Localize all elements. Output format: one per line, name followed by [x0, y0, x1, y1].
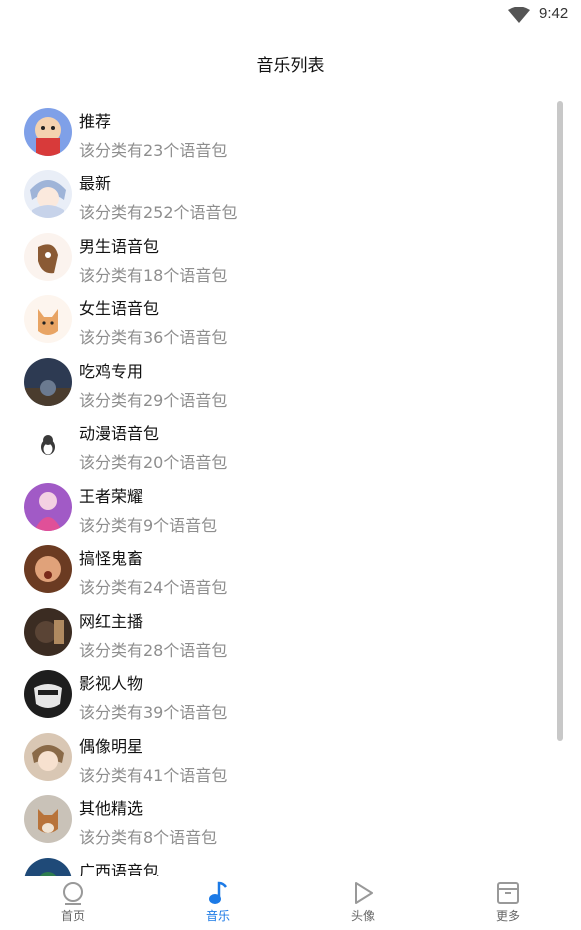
list-item[interactable]: 吃鸡专用 该分类有29个语音包	[0, 350, 550, 412]
category-count: 该分类有8个语音包	[79, 828, 218, 847]
game-hero-avatar	[24, 483, 72, 531]
category-name: 男生语音包	[79, 237, 160, 256]
anime-girl-avatar	[24, 170, 72, 218]
list-item[interactable]: 最新 该分类有252个语音包	[0, 162, 550, 224]
penguin-avatar	[24, 420, 72, 468]
tab-music[interactable]: 音乐	[168, 876, 268, 930]
category-count: 该分类有9个语音包	[79, 516, 218, 535]
tab-home[interactable]: 首页	[23, 876, 123, 930]
category-count: 该分类有24个语音包	[79, 578, 228, 597]
list-item[interactable]: 网红主播 该分类有28个语音包	[0, 600, 550, 662]
category-name: 王者荣耀	[79, 487, 144, 506]
category-list[interactable]: 推荐 该分类有23个语音包 最新 该分类有252个语音包 男生语音包 该分类有1…	[0, 100, 581, 876]
status-bar: 9:42	[0, 0, 581, 30]
idol-avatar	[24, 733, 72, 781]
category-name: 其他精选	[79, 799, 144, 818]
category-name: 影视人物	[79, 674, 144, 693]
list-item[interactable]: 偶像明星 该分类有41个语音包	[0, 725, 550, 787]
category-count: 该分类有18个语音包	[79, 266, 228, 285]
cartoon-fox-avatar	[24, 295, 72, 343]
title-bar: 音乐列表	[0, 48, 581, 84]
wifi-icon	[508, 7, 530, 23]
category-name: 网红主播	[79, 612, 144, 631]
game-scene-avatar	[24, 358, 72, 406]
tab-more[interactable]: 更多	[458, 876, 558, 930]
category-name: 动漫语音包	[79, 424, 160, 443]
category-count: 该分类有41个语音包	[79, 766, 228, 785]
landscape-avatar	[24, 858, 72, 876]
category-count: 该分类有20个语音包	[79, 453, 228, 472]
category-name: 女生语音包	[79, 299, 160, 318]
category-count: 该分类有36个语音包	[79, 328, 228, 347]
list-item[interactable]: 王者荣耀 该分类有9个语音包	[0, 475, 550, 537]
status-time: 9:42	[539, 5, 569, 22]
list-item[interactable]: 推荐 该分类有23个语音包	[0, 100, 550, 162]
bottom-tab-bar: 首页 音乐 头像 更多	[0, 876, 581, 930]
tab-label: 首页	[60, 909, 85, 923]
tab-avatar[interactable]: 头像	[313, 876, 413, 930]
category-count: 该分类有252个语音包	[79, 203, 238, 222]
list-item[interactable]: 动漫语音包 该分类有20个语音包	[0, 412, 550, 474]
cartoon-animal-avatar	[24, 233, 72, 281]
cartoon-boy-avatar	[24, 108, 72, 156]
home-circle-icon	[63, 882, 83, 905]
tab-label: 头像	[350, 909, 375, 923]
page-title: 音乐列表	[256, 56, 325, 76]
list-item[interactable]: 其他精选 该分类有8个语音包	[0, 787, 550, 849]
category-count: 该分类有23个语音包	[79, 141, 228, 160]
scrollbar[interactable]	[557, 101, 563, 741]
tab-label: 音乐	[205, 909, 230, 923]
category-count: 该分类有29个语音包	[79, 391, 228, 410]
play-triangle-icon	[355, 882, 373, 904]
category-name: 偶像明星	[79, 737, 144, 756]
category-count: 该分类有39个语音包	[79, 703, 228, 722]
list-item[interactable]: 影视人物 该分类有39个语音包	[0, 662, 550, 724]
list-item[interactable]: 搞怪鬼畜 该分类有24个语音包	[0, 537, 550, 599]
movie-character-avatar	[24, 670, 72, 718]
category-name: 吃鸡专用	[79, 362, 144, 381]
category-count: 该分类有28个语音包	[79, 641, 228, 660]
category-name: 广西语音包	[79, 862, 160, 876]
music-note-icon	[209, 881, 227, 904]
list-item[interactable]: 女生语音包 该分类有36个语音包	[0, 287, 550, 349]
category-name: 推荐	[79, 112, 112, 131]
box-icon	[497, 882, 519, 904]
dog-avatar	[24, 795, 72, 843]
funny-face-avatar	[24, 545, 72, 593]
streamer-avatar	[24, 608, 72, 656]
category-name: 最新	[79, 174, 112, 193]
list-item[interactable]: 男生语音包 该分类有18个语音包	[0, 225, 550, 287]
category-name: 搞怪鬼畜	[79, 549, 144, 568]
list-item[interactable]: 广西语音包	[0, 850, 550, 876]
tab-label: 更多	[495, 909, 520, 923]
